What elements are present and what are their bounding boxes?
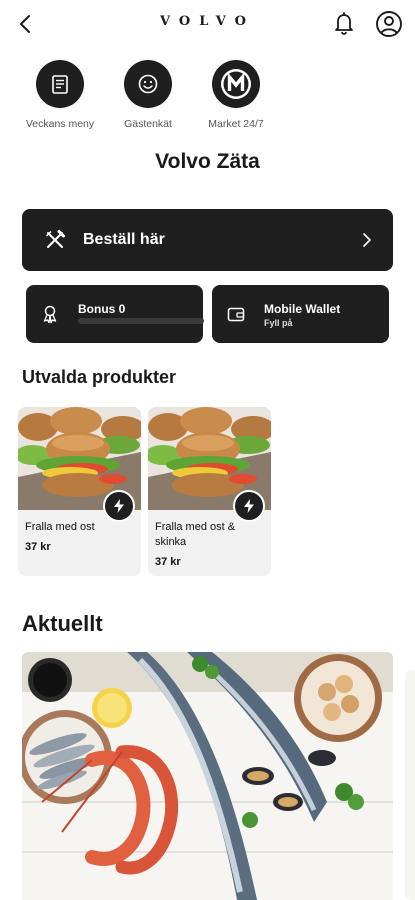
- bonus-medal-icon: [43, 305, 57, 324]
- quick-order-bolt-icon[interactable]: [233, 490, 265, 522]
- bonus-card[interactable]: Bonus 0: [26, 285, 204, 343]
- product-name: Fralla med ost & skinka: [155, 521, 236, 548]
- profile-icon[interactable]: [375, 10, 403, 38]
- product-price: 37 kr: [155, 556, 181, 568]
- news-card[interactable]: [22, 652, 393, 900]
- product-card[interactable]: Fralla med ost 37 kr: [18, 407, 141, 576]
- order-button[interactable]: Beställ här: [22, 209, 393, 271]
- shortcut-weekly-menu[interactable]: Veckans meny: [14, 60, 106, 130]
- product-price: 37 kr: [25, 541, 51, 553]
- order-button-label: Beställ här: [83, 231, 165, 248]
- menu-card-icon: [36, 60, 84, 108]
- shortcuts-row: Veckans meny Gästenkät Market 24/7: [14, 60, 284, 140]
- top-bar: VOLVO: [0, 0, 415, 48]
- shortcut-market[interactable]: Market 24/7: [190, 60, 282, 130]
- bell-icon[interactable]: [331, 10, 357, 36]
- wallet-label: Mobile Wallet: [264, 302, 341, 316]
- product-card[interactable]: Fralla med ost & skinka 37 kr: [148, 407, 271, 576]
- chevron-right-icon: [363, 233, 371, 247]
- site-title: Volvo Zäta: [155, 150, 260, 173]
- quick-order-bolt-icon[interactable]: [103, 490, 135, 522]
- shortcut-guest-survey[interactable]: Gästenkät: [102, 60, 194, 130]
- news-card-next[interactable]: [405, 670, 415, 900]
- mobile-wallet-card[interactable]: Mobile Wallet Fyll på: [212, 285, 389, 343]
- news-image: [22, 652, 393, 900]
- wallet-subtitle: Fyll på: [264, 318, 293, 328]
- shortcut-label: Veckans meny: [25, 118, 95, 130]
- shortcut-label: Market 24/7: [208, 118, 264, 130]
- cutlery-icon: [46, 230, 65, 248]
- featured-products-title: Utvalda produkter: [22, 367, 177, 387]
- bonus-progress-bar: [78, 318, 204, 324]
- news-title: Aktuellt: [22, 611, 103, 636]
- market-m-icon: [212, 60, 260, 108]
- product-name: Fralla med ost: [25, 521, 95, 533]
- shortcut-label: Gästenkät: [124, 118, 172, 130]
- wallet-icon: [227, 307, 245, 322]
- bonus-label: Bonus 0: [78, 302, 126, 316]
- smiley-icon: [124, 60, 172, 108]
